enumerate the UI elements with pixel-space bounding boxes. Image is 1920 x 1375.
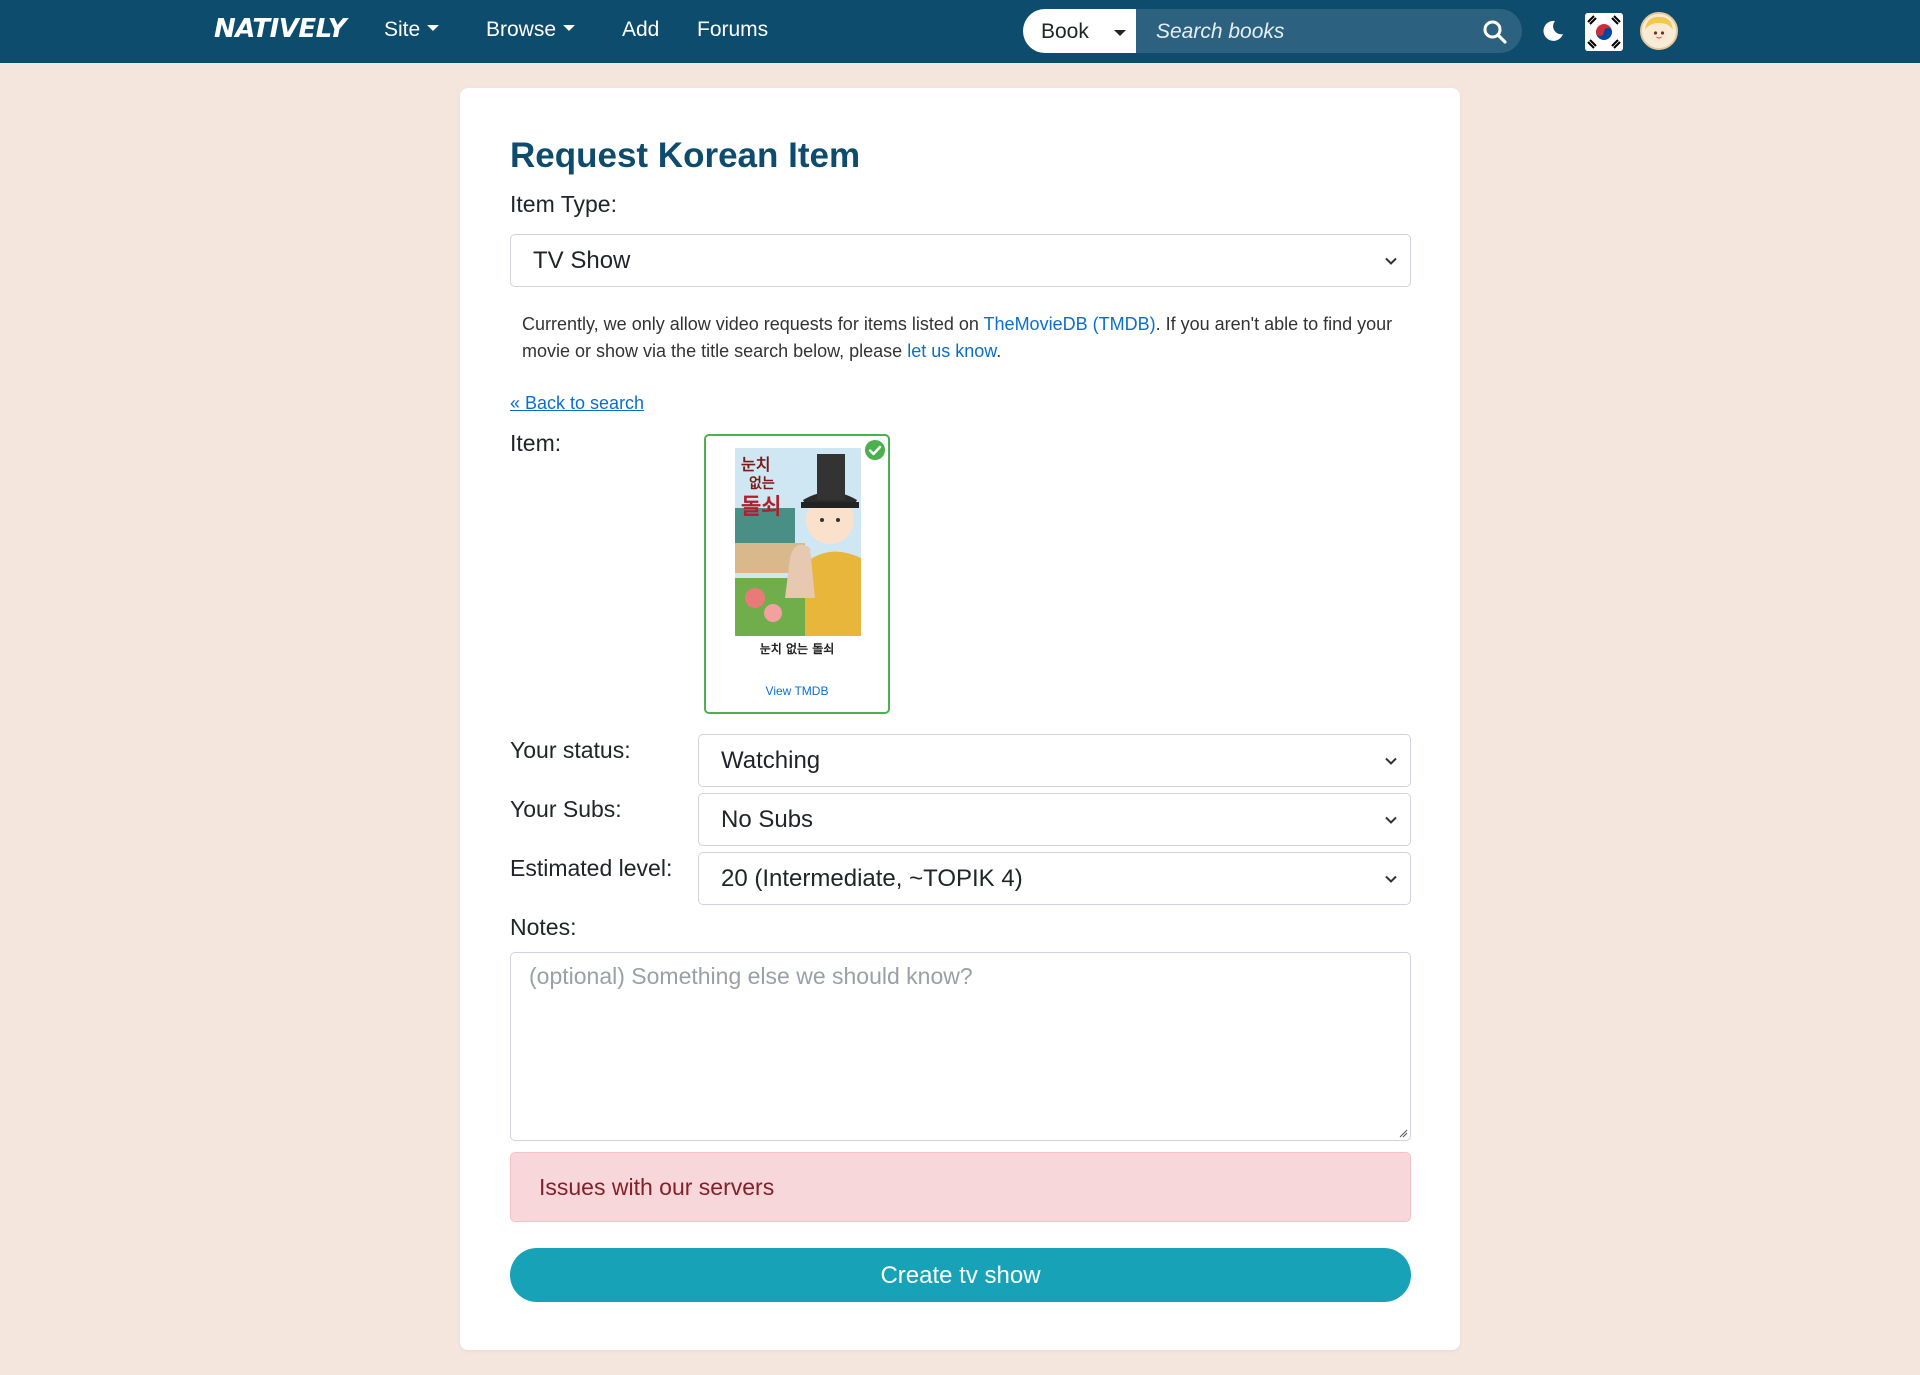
request-form-card: Request Korean Item Item Type: TV Show C… (460, 88, 1460, 1350)
page-title: Request Korean Item (510, 136, 861, 175)
moon-icon[interactable] (1541, 19, 1565, 43)
navbar: NATIVELY Site Browse Add Forums Book Sea… (0, 0, 1920, 63)
selected-item-card[interactable]: 눈치 없는 돌쇠 눈치 없는 돌쇠 View TMDB (704, 434, 890, 714)
caret-down-icon (563, 25, 576, 32)
search-icon[interactable] (1482, 19, 1508, 45)
subs-value: No Subs (721, 805, 814, 833)
level-select[interactable]: 20 (Intermediate, ~TOPIK 4) (698, 852, 1411, 905)
korea-flag-icon[interactable] (1585, 13, 1623, 51)
status-value: Watching (721, 746, 821, 774)
subs-label: Your Subs: (510, 796, 622, 822)
search-input[interactable]: Search books (1136, 9, 1522, 53)
level-label: Estimated level: (510, 855, 673, 881)
resize-handle-icon[interactable] (1398, 1128, 1408, 1138)
level-value: 20 (Intermediate, ~TOPIK 4) (721, 864, 1023, 892)
nav-browse-dropdown[interactable]: Browse (486, 18, 576, 42)
notes-placeholder: (optional) Something else we should know… (529, 963, 973, 989)
search-placeholder: Search books (1156, 20, 1285, 43)
svg-text:없는: 없는 (749, 476, 775, 492)
nav-browse-label: Browse (486, 18, 557, 41)
nav-add-link[interactable]: Add (622, 18, 659, 42)
tmdb-link[interactable]: TheMovieDB (TMDB) (984, 314, 1156, 334)
nav-site-dropdown[interactable]: Site (384, 18, 440, 42)
search-type-value: Book (1041, 20, 1089, 43)
notes-textarea[interactable]: (optional) Something else we should know… (510, 952, 1411, 1141)
notes-label: Notes: (510, 914, 577, 940)
error-alert-text: Issues with our servers (539, 1174, 775, 1200)
item-type-select[interactable]: TV Show (510, 234, 1411, 287)
status-label: Your status: (510, 737, 631, 763)
let-us-know-link[interactable]: let us know (907, 341, 996, 361)
brand-logo[interactable]: NATIVELY (214, 14, 347, 44)
notice-text-3: . (996, 341, 1002, 361)
subs-select[interactable]: No Subs (698, 793, 1411, 846)
chevron-down-icon (1385, 757, 1397, 765)
item-poster-image: 눈치 없는 돌쇠 (735, 448, 861, 636)
chevron-down-icon (1385, 875, 1397, 883)
chevron-down-icon (1385, 257, 1397, 265)
search-type-select[interactable]: Book (1023, 9, 1136, 53)
svg-text:눈치: 눈치 (741, 455, 770, 474)
notice-text-1: Currently, we only allow video requests … (522, 314, 984, 334)
item-label: Item: (510, 430, 562, 456)
nav-site-label: Site (384, 18, 421, 41)
tmdb-notice: Currently, we only allow video requests … (522, 311, 1402, 365)
back-to-search-link[interactable]: « Back to search (510, 393, 644, 414)
nav-forums-link[interactable]: Forums (697, 18, 768, 42)
caret-down-icon (427, 25, 440, 32)
svg-text:돌쇠: 돌쇠 (741, 495, 781, 520)
caret-down-icon (1114, 30, 1126, 36)
view-tmdb-link[interactable]: View TMDB (706, 684, 888, 698)
check-circle-icon (865, 440, 885, 460)
item-title: 눈치 없는 돌쇠 (759, 642, 835, 656)
status-select[interactable]: Watching (698, 734, 1411, 787)
avatar[interactable] (1640, 12, 1678, 50)
chevron-down-icon (1385, 816, 1397, 824)
item-type-value: TV Show (533, 246, 631, 274)
create-tv-show-button[interactable]: Create tv show (510, 1248, 1411, 1302)
item-type-label: Item Type: (510, 191, 617, 217)
error-alert: Issues with our servers (510, 1152, 1411, 1222)
